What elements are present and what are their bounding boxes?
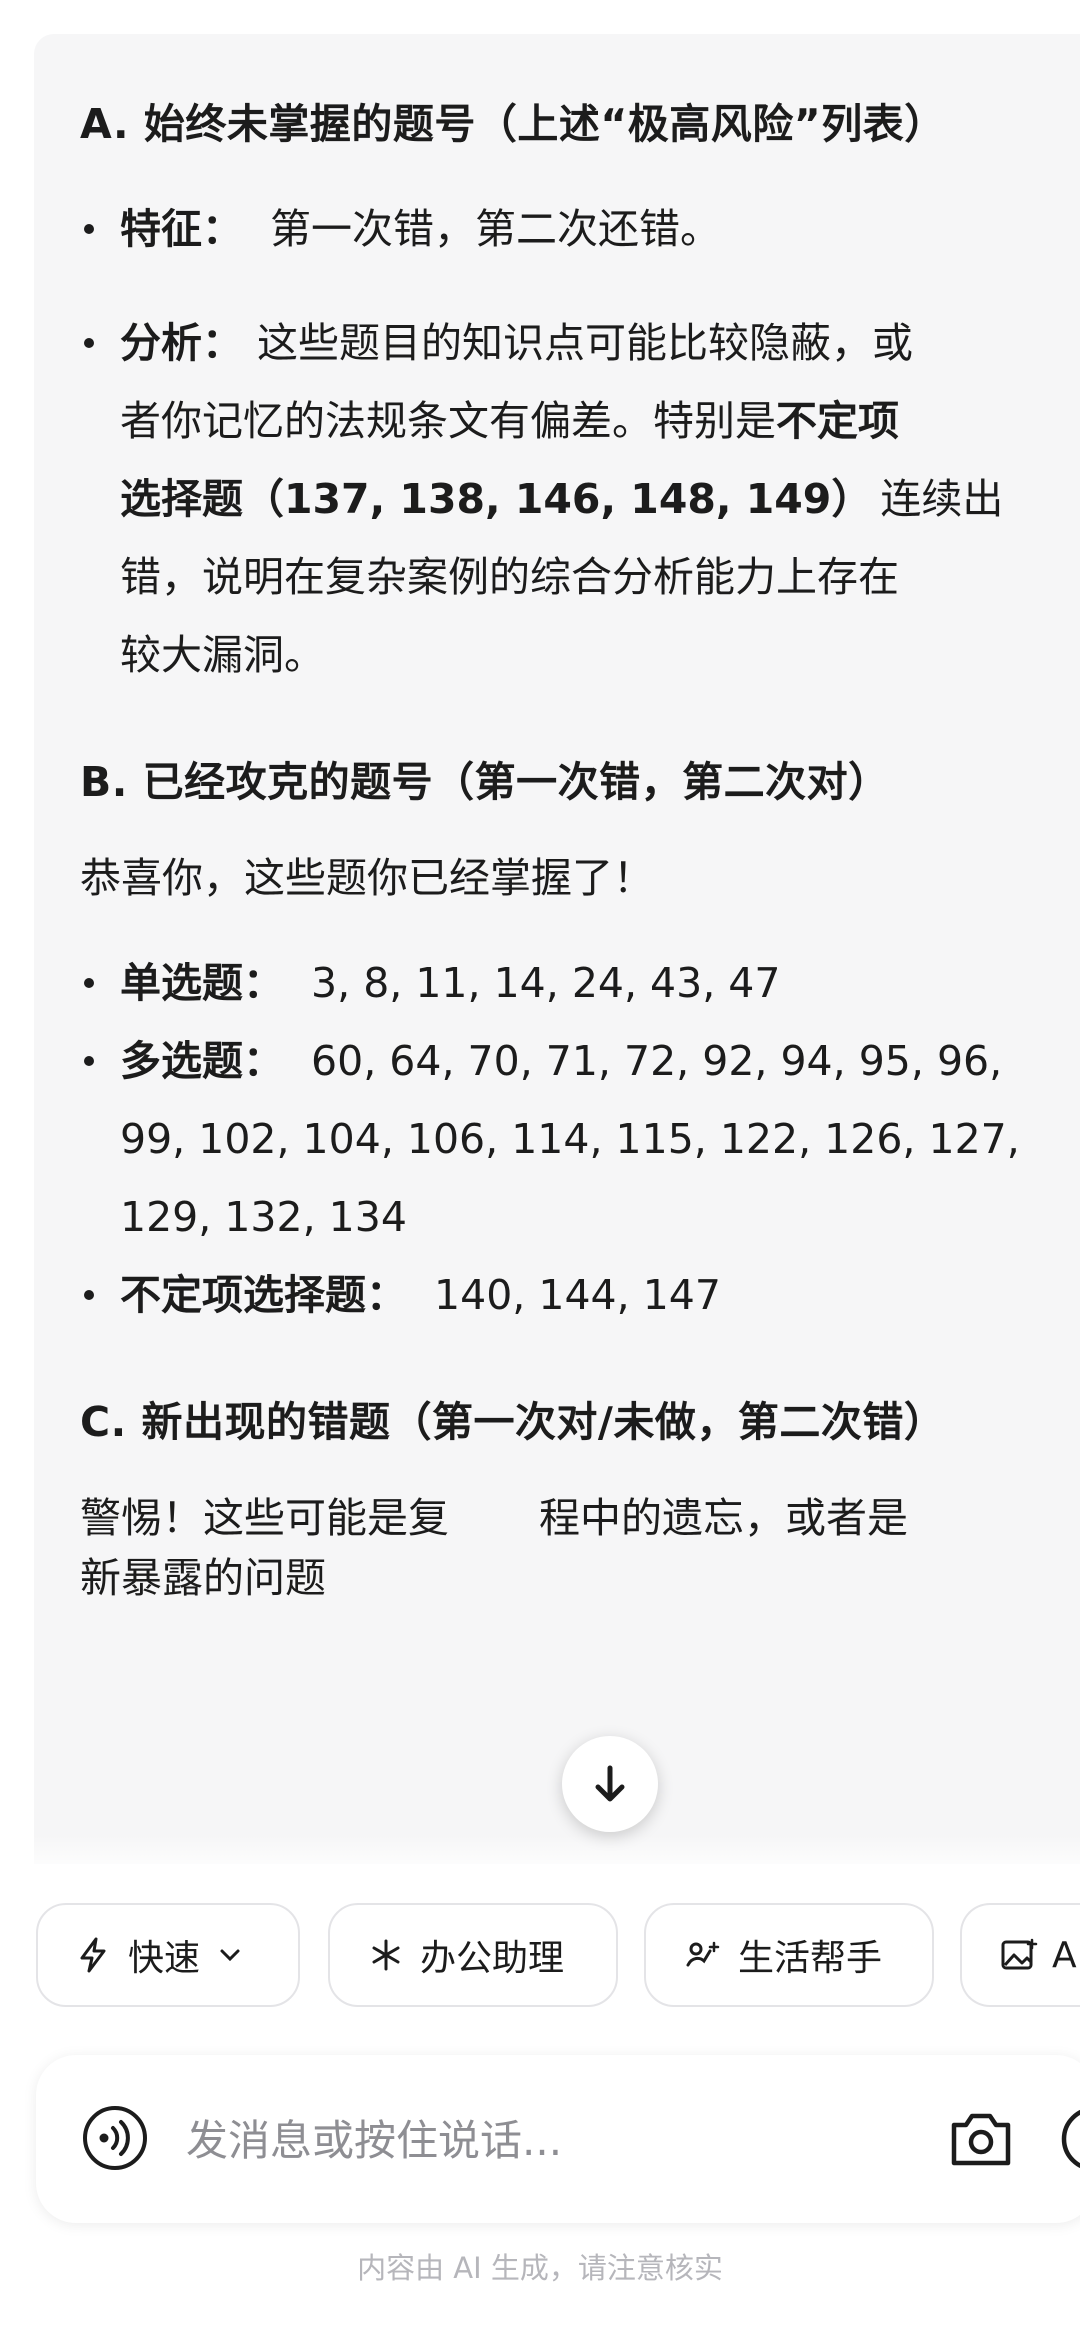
life-helper-icon — [686, 1941, 720, 1967]
single-choice-numbers: 3, 8, 11, 14, 24, 43, 47 — [311, 959, 781, 1007]
chip-label: A — [1052, 1934, 1077, 1976]
chip-label: 办公助理 — [420, 1938, 565, 1979]
message-content: A. 始终未掌握的题号（上述“极高风险”列表） 特征： 第一次错，第二次还错。 … — [80, 94, 1080, 1608]
asterisk-icon — [372, 1939, 400, 1971]
analysis-line-4: 错，说明在复杂案例的综合分析能力上存在 — [120, 553, 899, 601]
bullet-dot — [84, 224, 94, 234]
bullet-indefinite-choice: 不定项选择题： 140, 144, 147 — [80, 1256, 1080, 1334]
ai-message-bubble: A. 始终未掌握的题号（上述“极高风险”列表） 特征： 第一次错，第二次还错。 … — [34, 34, 1080, 1864]
voice-wave-icon — [83, 2106, 147, 2170]
section-b-heading: B. 已经攻克的题号（第一次错，第二次对） — [80, 758, 890, 806]
bullet-analysis: 分析： 这些题目的知识点可能比较隐蔽，或 者你记忆的法规条文有偏差。特别是不定项 … — [80, 304, 1080, 694]
bullet-dot — [84, 978, 94, 988]
chip-label: 生活帮手 — [738, 1938, 883, 1979]
camera-button[interactable] — [948, 2109, 1014, 2169]
multi-choice-numbers-2: 99, 102, 104, 106, 114, 115, 122, 126, 1… — [120, 1115, 1020, 1163]
lightning-icon — [80, 1937, 106, 1973]
indefinite-choice-numbers: 140, 144, 147 — [434, 1271, 721, 1319]
chip-quick-mode[interactable]: 快速 — [36, 1903, 300, 2007]
bullet-label: 分析： — [120, 319, 243, 367]
analysis-line-5: 较大漏洞。 — [120, 631, 325, 679]
analysis-line-3-rest: 连续出 — [880, 475, 1004, 523]
section-b-intro: 恭喜你，这些题你已经掌握了！ — [80, 854, 654, 902]
image-icon — [1001, 1938, 1038, 1970]
analysis-bold-fragment: 不定项 — [776, 397, 899, 445]
voice-input-button[interactable] — [82, 2105, 148, 2171]
plus-circle-icon — [1061, 2109, 1080, 2169]
chip-life-helper[interactable]: 生活帮手 — [644, 1903, 934, 2007]
bullet-label: 不定项选择题： — [120, 1271, 407, 1319]
chip-image-generation[interactable]: A — [960, 1903, 1080, 2007]
section-c-intro-right: 程中的遗忘，或者是 — [539, 1494, 908, 1542]
bullet-dot — [84, 1056, 94, 1066]
chip-office-assistant[interactable]: 办公助理 — [328, 1903, 618, 2007]
add-button[interactable] — [1060, 2105, 1080, 2173]
analysis-line-1: 这些题目的知识点可能比较隐蔽，或 — [257, 319, 913, 367]
chip-label: 快速 — [128, 1938, 201, 1979]
section-c-heading: C. 新出现的错题（第一次对/未做，第二次错） — [80, 1398, 946, 1446]
section-c-intro-left: 警惕！这些可能是复 — [80, 1494, 449, 1542]
bullet-multi-choice: 多选题： 60, 64, 70, 71, 72, 92, 94, 95, 96,… — [80, 1022, 1080, 1256]
section-a-heading: A. 始终未掌握的题号（上述“极高风险”列表） — [80, 100, 946, 148]
bullet-single-choice: 单选题： 3, 8, 11, 14, 24, 43, 47 — [80, 944, 1080, 1022]
analysis-bold-question-list: 选择题（137, 138, 146, 148, 149） — [120, 475, 873, 523]
message-input-bar: 发消息或按住说话... — [36, 2055, 1080, 2223]
bullet-characteristic: 特征： 第一次错，第二次还错。 — [80, 190, 1080, 268]
arrow-down-icon — [595, 1765, 625, 1802]
chevron-down-icon — [220, 1949, 240, 1962]
scroll-to-bottom-button[interactable] — [562, 1736, 658, 1832]
bullet-dot — [84, 338, 94, 348]
bullet-text: 第一次错，第二次还错。 — [270, 205, 722, 253]
bullet-label: 多选题： — [120, 1037, 284, 1085]
bullet-label: 特征： — [120, 205, 243, 253]
content-fade — [0, 1835, 1080, 1875]
section-c-intro-line-2: 新暴露的问题 — [80, 1554, 326, 1602]
ai-disclaimer: 内容由 AI 生成，请注意核实 — [357, 2251, 723, 2285]
multi-choice-numbers-1: 60, 64, 70, 71, 72, 92, 94, 95, 96, — [311, 1037, 1003, 1085]
bullet-label: 单选题： — [120, 959, 284, 1007]
message-input-placeholder[interactable]: 发消息或按住说话... — [186, 2107, 562, 2168]
quick-action-chips: 快速 办公助理 生活帮手 A — [36, 1903, 1080, 2009]
bullet-dot — [84, 1290, 94, 1300]
camera-icon — [951, 2113, 1011, 2166]
section-c-intro-line-1: 警惕！这些可能是复 程中的遗忘，或者是 — [80, 1488, 1080, 1548]
analysis-line-2: 者你记忆的法规条文有偏差。特别是 — [120, 397, 776, 445]
multi-choice-numbers-3: 129, 132, 134 — [120, 1193, 407, 1241]
